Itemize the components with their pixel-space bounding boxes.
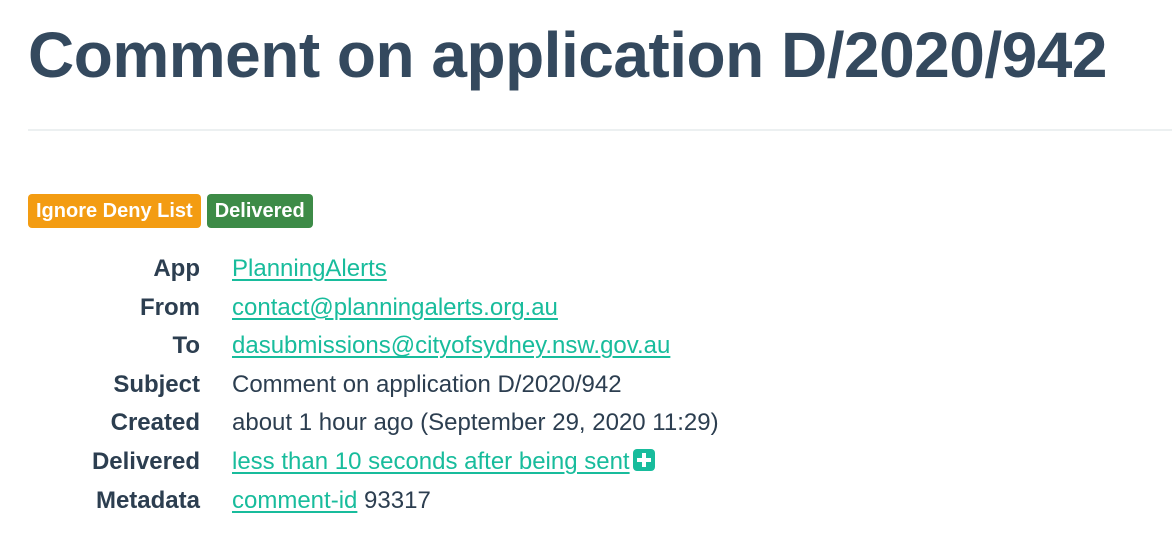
to-label: To <box>172 332 200 360</box>
delivery-time-link[interactable]: less than 10 seconds after being sent <box>232 448 630 475</box>
status-badges: Ignore Deny List Delivered <box>28 194 313 228</box>
created-value: about 1 hour ago (September 29, 2020 11:… <box>232 409 719 437</box>
app-value: PlanningAlerts <box>232 250 719 289</box>
app-label: App <box>153 255 200 282</box>
to-email-link[interactable]: dasubmissions@cityofsydney.nsw.gov.au <box>232 332 670 359</box>
comment-id-value: 93317 <box>364 486 431 514</box>
divider <box>28 129 1172 131</box>
subject-label: Subject <box>113 370 200 398</box>
to-value: dasubmissions@cityofsydney.nsw.gov.au <box>232 327 719 366</box>
page-title: Comment on application D/2020/942 <box>28 19 1107 91</box>
email-details-list: App PlanningAlerts From contact@planning… <box>28 250 719 520</box>
delivered-label: Delivered <box>91 447 200 475</box>
subject-value: Comment on application D/2020/942 <box>232 370 622 398</box>
created-label: Created <box>110 409 200 437</box>
ignore-deny-list-badge: Ignore Deny List <box>28 194 201 228</box>
comment-id-link[interactable]: comment-id <box>232 487 357 514</box>
from-label: From <box>140 293 200 321</box>
plus-square-icon[interactable] <box>632 448 655 471</box>
metadata-value: comment-id 93317 <box>232 482 719 521</box>
delivered-value: less than 10 seconds after being sent <box>232 443 719 482</box>
app-link[interactable]: PlanningAlerts <box>232 255 387 282</box>
from-value: contact@planningalerts.org.au <box>232 289 719 328</box>
delivered-status-badge: Delivered <box>206 194 313 228</box>
from-email-link[interactable]: contact@planningalerts.org.au <box>232 294 558 321</box>
metadata-label: Metadata <box>95 486 200 514</box>
